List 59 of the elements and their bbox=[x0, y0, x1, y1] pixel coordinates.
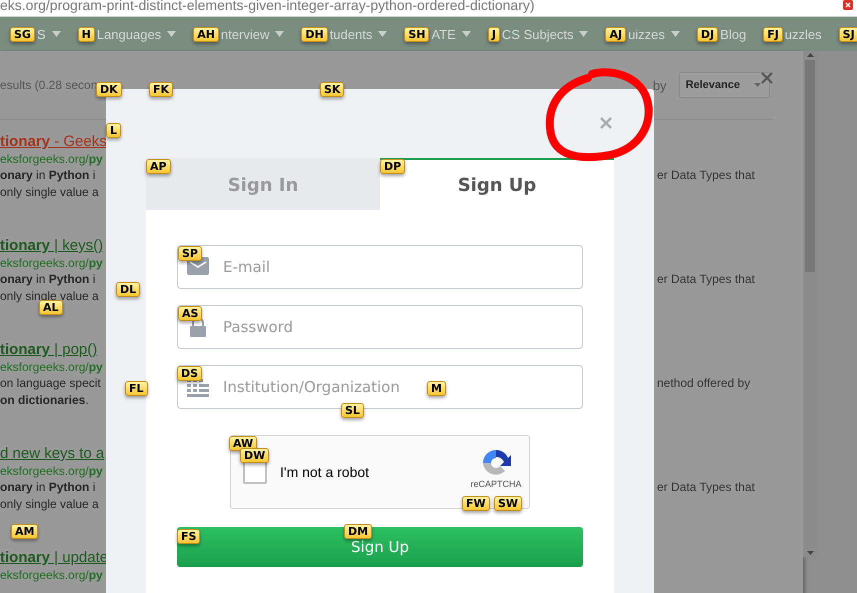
link-hint[interactable]: FJ bbox=[763, 26, 783, 42]
link-hint[interactable]: FW bbox=[462, 496, 490, 511]
result-snippet: nethod offered by bbox=[657, 375, 750, 392]
captcha-label: I'm not a robot bbox=[280, 464, 370, 480]
results-count: esults (0.28 secon bbox=[0, 78, 98, 92]
result-url: eksforgeeks.org/py bbox=[0, 151, 103, 167]
close-icon bbox=[600, 117, 612, 129]
link-hint[interactable]: DW bbox=[240, 448, 270, 463]
link-hint[interactable]: SH bbox=[404, 26, 430, 42]
close-icon bbox=[761, 72, 773, 84]
result-url: eksforgeeks.org/py bbox=[0, 359, 103, 375]
link-hint[interactable]: AS bbox=[178, 306, 202, 321]
link-hint[interactable]: AM bbox=[11, 524, 38, 539]
caret-icon bbox=[754, 83, 761, 87]
scrollbar[interactable] bbox=[803, 51, 817, 557]
link-hint[interactable]: J bbox=[488, 26, 500, 42]
link-hint[interactable]: DJ bbox=[696, 26, 718, 42]
result-snippet: onary in Python i bbox=[0, 167, 96, 184]
link-hint[interactable]: AJ bbox=[605, 26, 626, 42]
link-hint[interactable]: SW bbox=[494, 496, 522, 511]
link-hint[interactable]: SP bbox=[178, 246, 202, 261]
result-url: eksforgeeks.org/py bbox=[0, 463, 103, 479]
link-hint[interactable]: DL bbox=[116, 282, 140, 297]
link-hint[interactable]: SG bbox=[10, 26, 35, 42]
link-hint[interactable]: H bbox=[78, 26, 95, 42]
sort-dropdown[interactable]: Relevance bbox=[678, 72, 770, 98]
result-snippet: only single value a bbox=[0, 184, 99, 201]
result-snippet: on dictionaries. bbox=[0, 392, 89, 409]
link-hint[interactable]: FL bbox=[125, 381, 148, 396]
lock-icon bbox=[187, 317, 209, 337]
captcha-brand: reCAPTCHA bbox=[470, 479, 522, 489]
link-hint[interactable]: M bbox=[427, 381, 446, 396]
result-snippet: on language specit bbox=[0, 375, 101, 392]
result-url: eksforgeeks.org/py bbox=[0, 255, 103, 271]
scroll-down-icon bbox=[806, 551, 814, 555]
scroll-up-icon bbox=[806, 53, 814, 57]
link-hint[interactable]: FS bbox=[177, 529, 200, 544]
sort-label: by bbox=[652, 78, 667, 92]
result-snippet: er Data Types that bbox=[657, 479, 755, 496]
result-snippet: onary in Python i bbox=[0, 271, 96, 288]
link-hint[interactable]: SJ bbox=[838, 26, 857, 42]
link-hint[interactable]: SK bbox=[320, 82, 344, 97]
result-snippet: onary in Python i bbox=[0, 479, 96, 496]
building-icon bbox=[187, 377, 209, 397]
result-url: eksforgeeks.org/py bbox=[0, 567, 103, 583]
link-hint[interactable]: FK bbox=[149, 82, 174, 97]
link-hint[interactable]: AL bbox=[39, 300, 63, 315]
result-snippet: er Data Types that bbox=[657, 271, 755, 288]
link-hint[interactable]: AP bbox=[146, 159, 171, 174]
link-hint[interactable]: L bbox=[106, 123, 122, 138]
result-snippet: only single value a bbox=[0, 496, 99, 513]
link-hint[interactable]: DH bbox=[301, 26, 328, 42]
link-hint[interactable]: DP bbox=[380, 159, 406, 174]
result-snippet: er Data Types that bbox=[657, 167, 755, 184]
link-hint[interactable]: DS bbox=[177, 366, 202, 381]
link-hint[interactable]: DM bbox=[344, 524, 372, 539]
link-hint[interactable]: SL bbox=[341, 403, 364, 418]
link-hint[interactable]: AH bbox=[193, 26, 219, 42]
link-hint[interactable]: DK bbox=[96, 82, 122, 97]
